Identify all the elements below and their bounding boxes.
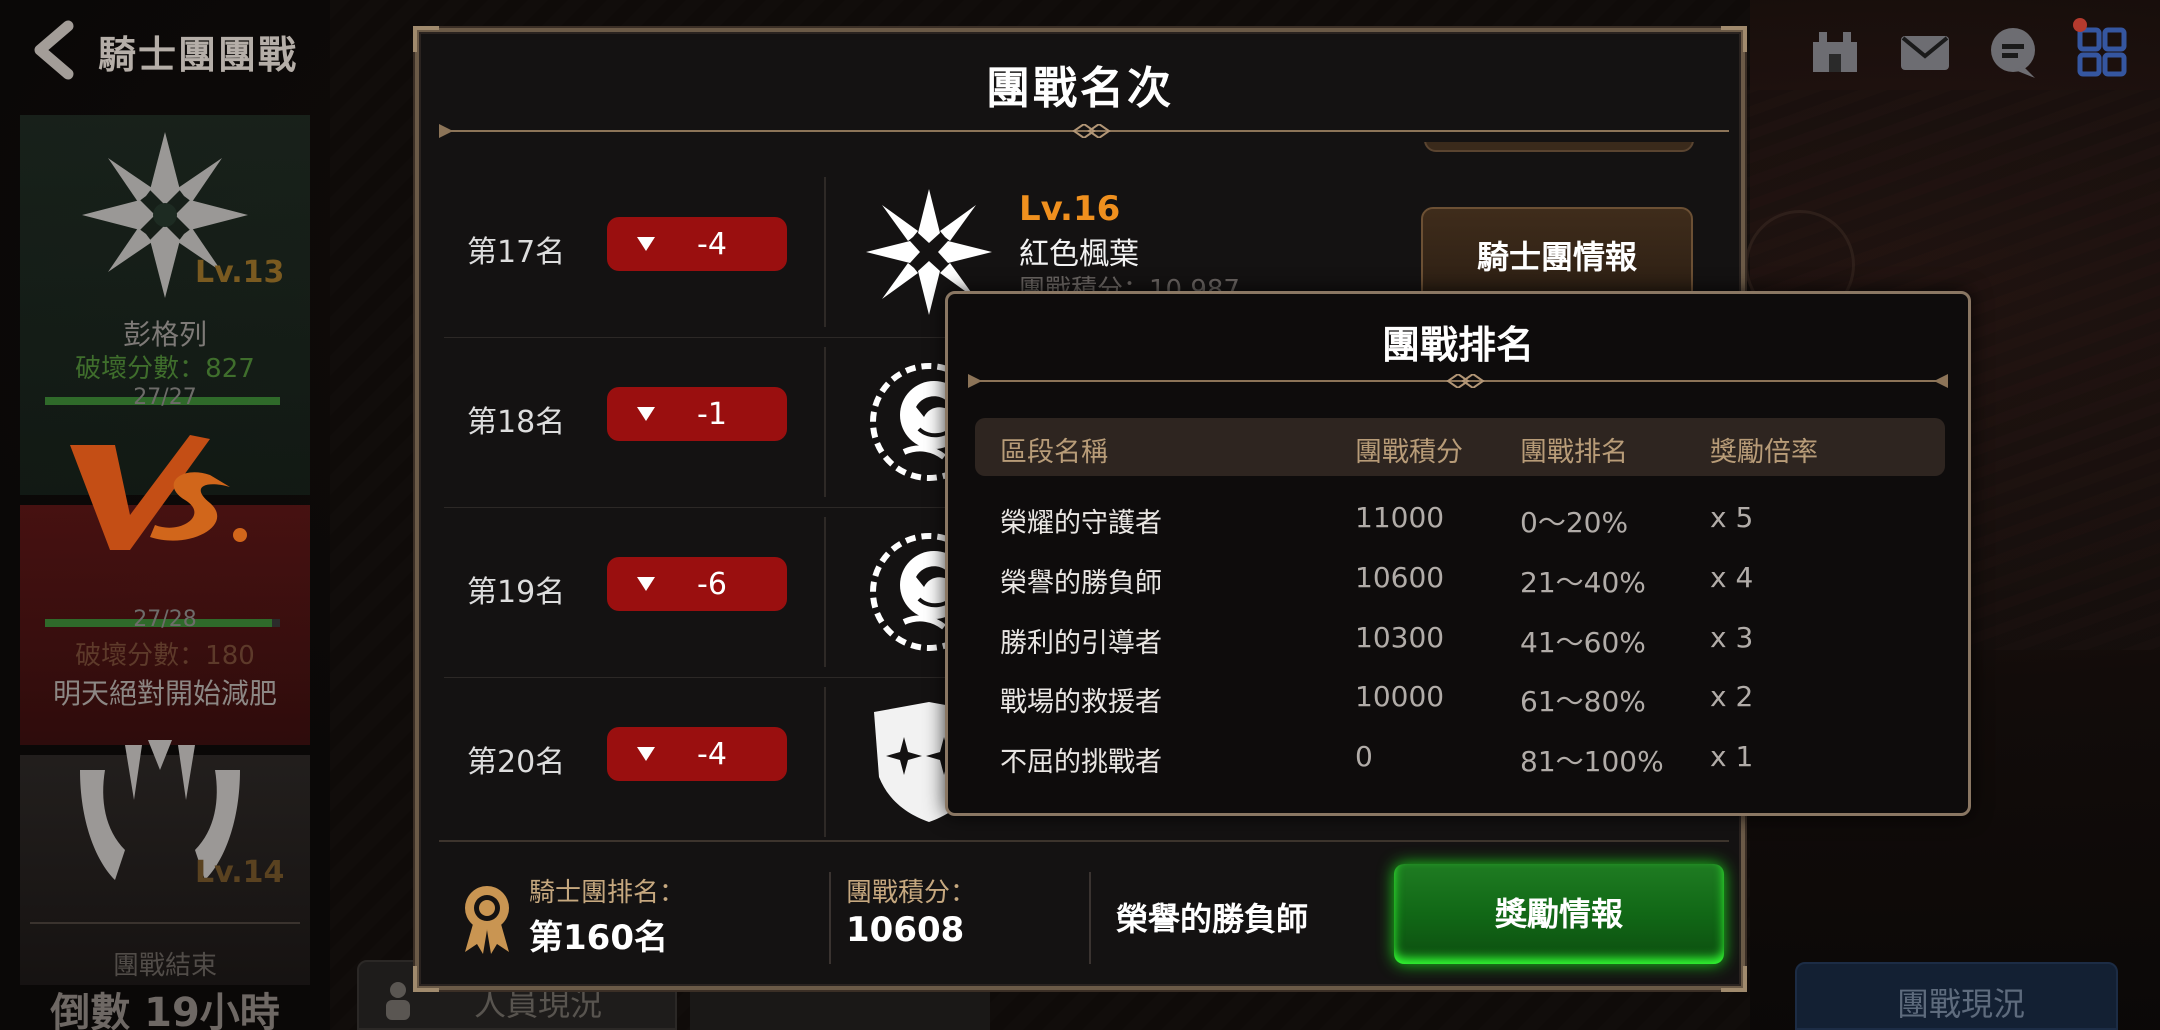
tier-score: 0	[1355, 740, 1373, 773]
chat-icon[interactable]	[1983, 24, 2043, 80]
person-icon	[386, 982, 410, 1020]
tier-multiplier: x 1	[1710, 740, 1754, 773]
popup-title: 團戰排名	[1381, 323, 1534, 367]
our-guild-progress-text: 27/27	[133, 385, 197, 410]
our-guild-level: Lv.13	[195, 255, 285, 290]
rank-change-badge: -4	[607, 727, 787, 781]
dialog-title: 團戰名次	[986, 63, 1174, 114]
title-divider	[439, 124, 1729, 138]
rank-label: 第17名	[467, 235, 566, 270]
col-header-rank: 團戰排名	[1520, 437, 1628, 468]
tier-rank-range: 0～20%	[1520, 506, 1629, 539]
tier-rank-range: 81～100%	[1520, 745, 1664, 778]
vs-icon	[70, 435, 247, 550]
tier-score: 10600	[1355, 561, 1445, 594]
down-arrow-icon	[637, 577, 655, 591]
rank-label: 第20名	[467, 745, 566, 780]
enemy-guild-progress-text: 27/28	[133, 607, 197, 632]
rank-change-badge: -4	[607, 217, 787, 271]
ranking-tier-popup: 團戰排名 區段名稱 團戰積分 團戰排名 獎勵倍率 榮耀的守護者 11000 0～…	[945, 291, 1971, 816]
enemy-guild-level: Lv.14	[195, 855, 285, 890]
footer-divider-vertical	[1089, 872, 1091, 964]
guild-rank-value: 第160名	[529, 918, 668, 958]
countdown-text: 倒數 19小時	[50, 990, 280, 1030]
guild-hall-icon[interactable]	[1805, 24, 1865, 80]
tier-name: 不屈的挑戰者	[1000, 747, 1162, 778]
back-arrow-icon[interactable]	[28, 20, 80, 80]
tier-row: 榮耀的守護者 11000 0～20% x 5	[975, 489, 1945, 547]
guild-rank-label: 騎士團排名：	[529, 878, 686, 908]
footer-divider	[439, 840, 1729, 842]
rank-change-value: -6	[697, 567, 727, 602]
tier-row: 榮譽的勝負師 10600 21～40% x 4	[975, 549, 1945, 607]
rank-change-value: -4	[697, 737, 727, 772]
menu-grid-icon[interactable]	[2072, 24, 2132, 80]
tier-name: 榮譽的勝負師	[1000, 568, 1162, 599]
notification-dot	[2073, 18, 2087, 32]
dialog-corner	[413, 26, 439, 52]
tier-multiplier: x 4	[1710, 561, 1754, 594]
left-panel: Lv.13 彭格列 破壞分數：827 27/27 27/28 破壞分數：180 …	[0, 95, 330, 1030]
enemy-guild-name: 明天絕對開始減肥	[52, 677, 277, 710]
dialog-corner	[1721, 26, 1747, 52]
column-divider	[824, 687, 826, 837]
footer-divider-vertical	[829, 872, 831, 964]
tier-name: 榮耀的守護者	[1000, 508, 1162, 539]
current-tier: 榮譽的勝負師	[1116, 900, 1309, 938]
tier-row: 勝利的引導者 10300 41～60% x 3	[975, 609, 1945, 667]
tier-row: 戰場的救援者 10000 61～80% x 2	[975, 668, 1945, 726]
tier-score: 10300	[1355, 621, 1445, 654]
col-header-tier: 區段名稱	[1000, 437, 1108, 468]
down-arrow-icon	[637, 237, 655, 251]
tier-multiplier: x 3	[1710, 621, 1754, 654]
rank-change-value: -4	[697, 227, 727, 262]
reward-info-button[interactable]: 獎勵情報	[1394, 864, 1724, 964]
tier-name: 戰場的救援者	[1000, 687, 1162, 718]
tier-name: 勝利的引導者	[1000, 628, 1162, 659]
battle-score-label: 團戰積分：	[846, 878, 977, 908]
rank-change-badge: -6	[607, 557, 787, 611]
dialog-corner	[413, 966, 439, 992]
down-arrow-icon	[637, 407, 655, 421]
tier-rank-range: 41～60%	[1520, 626, 1646, 659]
dialog-corner	[1721, 966, 1747, 992]
col-header-multiplier: 獎勵倍率	[1710, 437, 1818, 468]
tier-multiplier: x 2	[1710, 680, 1754, 713]
popup-table-header: 區段名稱 團戰積分 團戰排名 獎勵倍率	[975, 418, 1945, 476]
guild-name: 紅色楓葉	[1019, 237, 1139, 272]
mail-icon[interactable]	[1895, 24, 1955, 80]
enemy-guild-damage-score: 破壞分數：180	[75, 641, 255, 671]
tier-rank-range: 61～80%	[1520, 685, 1646, 718]
rank-change-badge: -1	[607, 387, 787, 441]
rank-label: 第19名	[467, 575, 566, 610]
down-arrow-icon	[637, 747, 655, 761]
our-guild-damage-score: 破壞分數：827	[75, 354, 255, 384]
page-title: 騎士團團戰	[98, 33, 299, 77]
tier-rank-range: 21～40%	[1520, 566, 1646, 599]
tab-battle-status-label: 團戰現況	[1897, 985, 2026, 1023]
left-divider	[30, 922, 300, 924]
tier-multiplier: x 5	[1710, 501, 1754, 534]
tier-score: 10000	[1355, 680, 1445, 713]
battle-score-value: 10608	[846, 910, 965, 950]
column-divider	[824, 177, 826, 327]
battle-end-label: 團戰結束	[112, 951, 217, 981]
popup-title-divider	[968, 374, 1948, 388]
column-divider	[824, 347, 826, 497]
column-divider	[824, 517, 826, 667]
tier-score: 11000	[1355, 501, 1445, 534]
tier-row: 不屈的挑戰者 0 81～100% x 1	[975, 728, 1945, 786]
rank-change-value: -1	[697, 397, 727, 432]
guild-level: Lv.16	[1019, 189, 1121, 229]
tab-battle-status[interactable]: 團戰現況	[1795, 962, 2118, 1030]
rank-label: 第18名	[467, 405, 566, 440]
medal-icon	[465, 886, 509, 954]
col-header-score: 團戰積分	[1355, 437, 1463, 468]
guild-info-button-partial[interactable]	[1424, 142, 1694, 152]
our-guild-name: 彭格列	[122, 318, 207, 351]
